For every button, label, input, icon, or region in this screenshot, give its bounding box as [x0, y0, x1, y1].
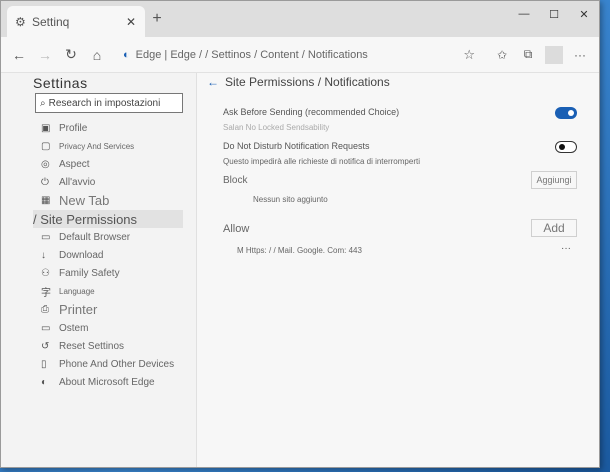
lock-icon: ▢ — [41, 140, 51, 152]
sidebar-item-startup[interactable]: ⏻ All'avvio — [41, 174, 182, 192]
sidebar-item-download[interactable]: ↓ Download — [41, 246, 182, 264]
block-empty-row: Nessun sito aggiunto — [223, 195, 577, 204]
sidebar-item-aspect[interactable]: ◎ Aspect — [41, 155, 182, 173]
close-window-button[interactable]: ✕ — [569, 1, 599, 27]
do-not-disturb-row: Do Not Disturb Notification Requests Que… — [223, 141, 577, 166]
power-icon: ⏻ — [41, 177, 49, 189]
dnd-sub: Questo impedirà alle richieste di notifi… — [223, 157, 420, 166]
back-button[interactable]: ← — [7, 43, 31, 67]
forward-button[interactable]: → — [33, 43, 57, 67]
sidebar-item-privacy[interactable]: ▢ Privacy And Services — [41, 137, 182, 155]
page-header: ← Site Permissions / Notifications — [207, 75, 390, 89]
page-title: Site Permissions / Notifications — [225, 75, 390, 89]
family-icon: ⚇ — [41, 268, 50, 280]
ask-label: Ask Before Sending (recommended Choice) — [223, 107, 400, 117]
sidebar-item-phone[interactable]: ▯ Phone And Other Devices — [41, 355, 182, 373]
ask-sub: Salan No Locked Sendsability — [223, 123, 330, 132]
sidebar: Settinas ⌕ Research in impostazioni ▣ Pro… — [1, 73, 197, 467]
toolbar-actions: ✩ ⧉ ··· — [489, 43, 593, 67]
toolbar: ← → ↻ ⌂ ◐ Edge | Edge / / Settinos / Con… — [1, 37, 599, 73]
search-input[interactable]: ⌕ Research in impostazioni — [35, 93, 183, 113]
edge-logo-icon: ◐ — [41, 377, 48, 389]
sidebar-item-profile[interactable]: ▣ Profile — [41, 119, 182, 137]
gear-icon: ⚙ — [15, 14, 26, 29]
main-panel: ← Site Permissions / Notifications Ask B… — [197, 73, 599, 467]
new-tab-button[interactable]: + — [149, 9, 165, 29]
allow-section: Allow Add — [223, 219, 577, 237]
block-title: Block — [223, 175, 248, 186]
title-bar: ⚙ Settinq ✕ + — ☐ ✕ — [1, 1, 599, 37]
sidebar-title: Settinas — [33, 75, 88, 91]
sidebar-item-family-safety[interactable]: ⚇ Family Safety — [41, 265, 182, 283]
favorites-icon[interactable]: ✩ — [489, 43, 515, 67]
settings-content: Settinas ⌕ Research in impostazioni ▣ Pro… — [1, 73, 599, 467]
sidebar-item-site-permissions[interactable]: / Site Permissions — [33, 209, 183, 229]
allow-add-button[interactable]: Add — [531, 219, 577, 237]
tab-close-button[interactable]: ✕ — [125, 15, 137, 29]
search-icon: ⌕ — [40, 97, 46, 109]
allow-site-url: M Https: / / Mail. Google. Com: 443 — [237, 246, 362, 255]
settings-tab[interactable]: ⚙ Settinq ✕ — [7, 6, 145, 37]
edge-icon: ◐ — [123, 48, 130, 61]
block-empty-text: Nessun sito aggiunto — [253, 195, 328, 204]
more-menu-icon[interactable]: ··· — [567, 43, 593, 67]
block-add-button[interactable]: Aggiungi — [531, 171, 577, 189]
more-options-icon[interactable]: ··· — [561, 243, 571, 254]
block-section: Block Aggiungi — [223, 171, 577, 189]
allow-title: Allow — [223, 223, 250, 235]
ask-toggle[interactable] — [555, 107, 577, 119]
search-placeholder: Research in impostazioni — [48, 97, 161, 109]
allow-site-row: M Https: / / Mail. Google. Com: 443 ··· — [223, 243, 577, 255]
browser-icon: ▭ — [41, 231, 51, 243]
browser-window: ⚙ Settinq ✕ + — ☐ ✕ ← → ↻ ⌂ ◐ Edge | Edg… — [0, 0, 600, 468]
dnd-label: Do Not Disturb Notification Requests — [223, 141, 370, 151]
sidebar-item-printer[interactable]: ⎙ Printer — [41, 301, 182, 319]
dnd-toggle[interactable] — [555, 141, 577, 153]
download-icon: ↓ — [41, 249, 46, 261]
reset-icon: ↺ — [41, 340, 50, 352]
address-text: Edge | Edge / / Settinos / Content / Not… — [135, 48, 368, 61]
new-tab-icon: ▦ — [41, 195, 51, 207]
back-arrow-icon[interactable]: ← — [207, 75, 219, 89]
sidebar-item-about[interactable]: ◐ About Microsoft Edge — [41, 374, 182, 392]
phone-icon: ▯ — [41, 359, 47, 371]
system-icon: ▭ — [41, 322, 51, 334]
maximize-button[interactable]: ☐ — [539, 1, 569, 27]
refresh-button[interactable]: ↻ — [59, 43, 83, 67]
sidebar-item-reset[interactable]: ↺ Reset Settinos — [41, 337, 182, 355]
ask-before-sending-row: Ask Before Sending (recommended Choice) … — [223, 107, 577, 132]
profile-avatar[interactable] — [545, 45, 563, 64]
sidebar-item-new-tab[interactable]: ▦ New Tab — [41, 192, 182, 210]
palette-icon: ◎ — [41, 158, 50, 170]
tab-title: Settinq — [32, 14, 70, 29]
sidebar-item-language[interactable]: 字 Language — [41, 283, 182, 301]
profile-icon: ▣ — [41, 122, 51, 134]
window-controls: — ☐ ✕ — [509, 1, 599, 27]
favorite-star-icon[interactable]: ☆ — [463, 47, 475, 63]
sidebar-item-default-browser[interactable]: ▭ Default Browser — [41, 228, 182, 246]
collections-icon[interactable]: ⧉ — [515, 43, 541, 67]
home-button[interactable]: ⌂ — [85, 43, 109, 67]
address-bar[interactable]: ◐ Edge | Edge / / Settinos / Content / N… — [117, 43, 481, 67]
minimize-button[interactable]: — — [509, 1, 539, 27]
printer-icon: ⎙ — [41, 304, 49, 316]
sidebar-item-system[interactable]: ▭ Ostem — [41, 319, 182, 337]
language-icon: 字 — [41, 288, 51, 300]
sidebar-list: ▣ Profile ▢ Privacy And Services ◎ Aspect ⏻… — [33, 119, 183, 392]
